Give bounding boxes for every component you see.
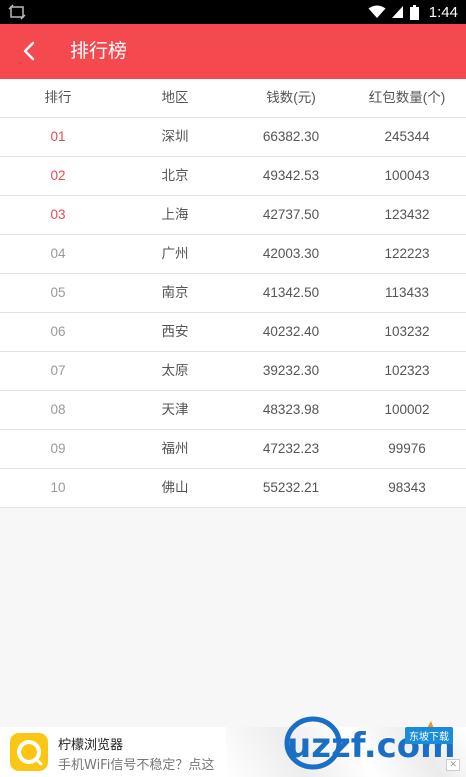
table-row[interactable]: 01 深圳 66382.30 245344 [0,118,466,157]
watermark-badge: 东坡下载 [405,727,453,744]
table-header: 排行 地区 钱数(元) 红包数量(个) [0,79,466,118]
amount-cell: 49342.53 [262,168,320,183]
amount-cell: 41342.50 [262,285,320,300]
region-cell: 广州 [161,246,189,261]
clock-time: 1:44 [428,3,458,21]
ranking-table: 排行 地区 钱数(元) 红包数量(个) 01 深圳 66382.30 24534… [0,79,466,508]
rank-cell: 05 [50,285,66,300]
header-amount: 钱数(元) [266,90,316,105]
table-row[interactable]: 10 佛山 55232.21 98343 [0,469,466,508]
amount-cell: 66382.30 [262,129,320,144]
table-row[interactable]: 07 太原 39232.30 102323 [0,352,466,391]
region-cell: 上海 [161,207,189,222]
amount-cell: 42737.50 [262,207,320,222]
region-cell: 西安 [161,324,189,339]
rank-cell: 10 [50,480,66,495]
region-cell: 福州 [161,441,189,456]
count-cell: 98343 [388,480,426,495]
page-title: 排行榜 [70,40,128,62]
ad-subtitle: 手机WiFi信号不稳定？点这 [58,758,215,773]
count-cell: 100043 [384,168,430,183]
amount-cell: 39232.30 [262,363,320,378]
ad-title: 柠檬浏览器 [58,738,124,753]
rank-cell: 06 [50,324,66,339]
rank-cell: 09 [50,441,66,456]
rank-cell: 04 [50,246,66,261]
amount-cell: 42003.30 [262,246,320,261]
count-cell: 103232 [384,324,430,339]
table-row[interactable]: 09 福州 47232.23 99976 [0,430,466,469]
count-cell: 245344 [384,129,430,144]
amount-cell: 48323.98 [262,402,320,417]
region-cell: 北京 [161,168,189,183]
table-row[interactable]: 02 北京 49342.53 100043 [0,157,466,196]
count-cell: 113433 [384,285,430,300]
screenshot-icon [8,4,26,20]
count-cell: 123432 [384,207,430,222]
header-rank: 排行 [44,90,72,105]
back-button[interactable] [10,32,48,70]
count-cell: 102323 [384,363,430,378]
signal-icon [391,6,403,18]
rank-cell: 03 [50,207,66,222]
count-cell: 100002 [384,402,430,417]
header-region: 地区 [161,90,189,105]
table-row[interactable]: 04 广州 42003.30 122223 [0,235,466,274]
lemon-browser-icon [10,733,48,771]
app-bar: 排行榜 [0,24,466,79]
table-row[interactable]: 06 西安 40232.40 103232 [0,313,466,352]
table-row[interactable]: 03 上海 42737.50 123432 [0,196,466,235]
region-cell: 南京 [161,285,189,300]
amount-cell: 47232.23 [262,441,320,456]
count-cell: 99976 [388,441,426,456]
rank-cell: 07 [50,363,66,378]
region-cell: 天津 [161,402,189,417]
table-row[interactable]: 08 天津 48323.98 100002 [0,391,466,430]
rank-cell: 02 [50,168,66,183]
region-cell: 深圳 [161,129,189,144]
header-count: 红包数量(个) [368,90,446,105]
rank-cell: 01 [50,129,66,144]
lemon-ring-icon [17,740,43,766]
amount-cell: 40232.40 [262,324,320,339]
table-row[interactable]: 05 南京 41342.50 113433 [0,274,466,313]
back-arrow-icon [23,41,35,61]
region-cell: 太原 [161,363,189,378]
region-cell: 佛山 [161,480,189,495]
count-cell: 122223 [384,246,430,261]
amount-cell: 55232.21 [262,480,320,495]
wifi-icon [368,5,386,18]
status-bar: 1:44 [0,0,466,24]
battery-icon [409,4,419,20]
rank-cell: 08 [50,402,66,417]
